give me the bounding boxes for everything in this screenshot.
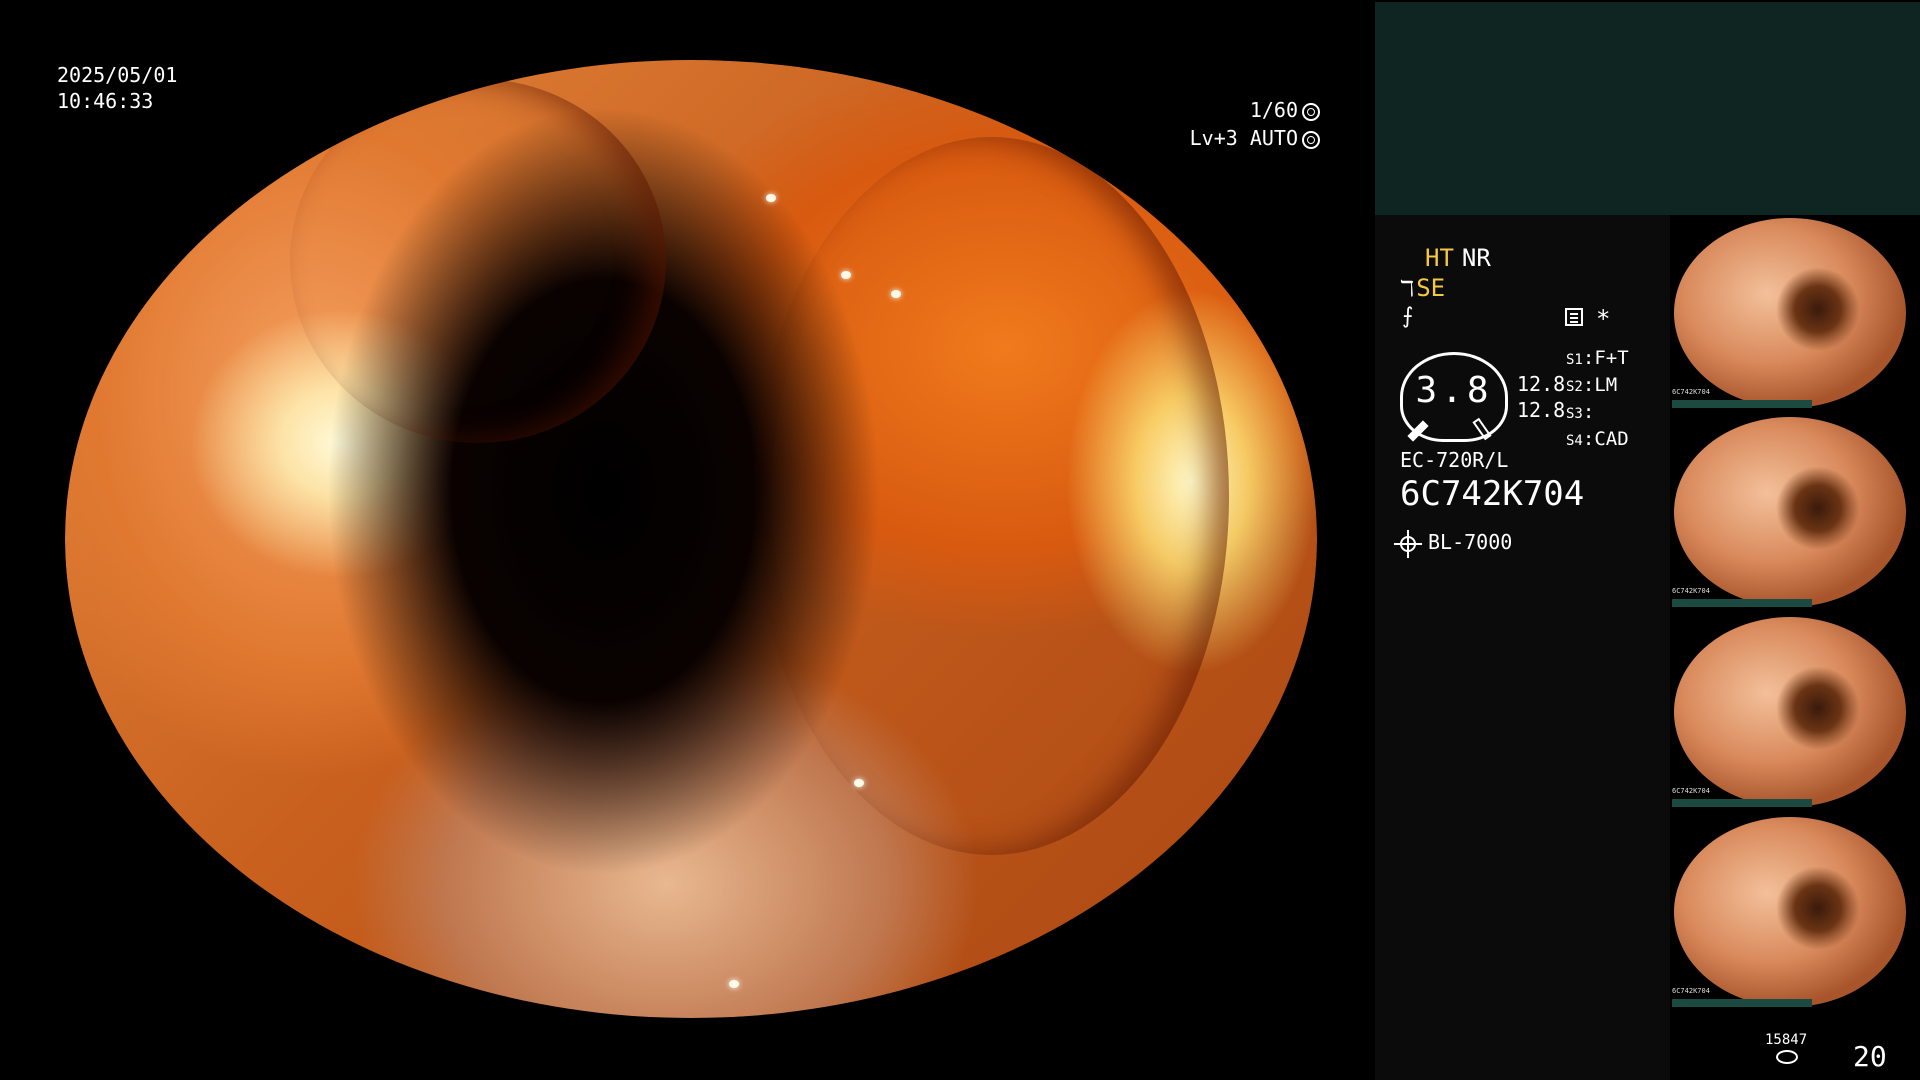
frame-count: 20 bbox=[1853, 1040, 1887, 1073]
shutter-text: 1/60 bbox=[1249, 98, 1298, 122]
ht-mode: HT bbox=[1425, 244, 1454, 272]
scope-serial: 6C742K704 bbox=[1400, 474, 1585, 514]
thumbnail-image bbox=[1674, 417, 1906, 607]
date-text: 2025/05/01 bbox=[57, 63, 178, 87]
scope-model: EC-720R/L bbox=[1400, 448, 1509, 472]
light-reflection bbox=[841, 270, 852, 279]
nr-mode: NR bbox=[1461, 244, 1491, 272]
level-text: Lv+3 AUTO bbox=[1189, 126, 1298, 150]
level-row: Lv+3 AUTO bbox=[1150, 126, 1320, 150]
thumbnail-bar bbox=[1672, 999, 1812, 1007]
star-marker: * bbox=[1596, 305, 1611, 333]
switch-s4: S4:CAD bbox=[1566, 428, 1629, 450]
image-count: 15847 bbox=[1765, 1032, 1808, 1048]
info-panel bbox=[1375, 215, 1670, 1080]
time-text: 10:46:33 bbox=[57, 89, 154, 113]
storage-icon bbox=[1776, 1050, 1798, 1064]
switch-list: S1:F+T S2:LM S3: S4:CAD bbox=[1566, 346, 1629, 454]
f-row: ⨍ bbox=[1402, 304, 1415, 329]
shutter-row: 1/60 bbox=[1195, 98, 1320, 122]
light-reflection bbox=[766, 194, 777, 203]
datetime: 2025/05/01 10:46:33 bbox=[57, 62, 177, 114]
memo-icon bbox=[1565, 308, 1583, 326]
thumbnail-label: 6C742K704 bbox=[1672, 987, 1710, 995]
enhancement-row: HT NR bbox=[1425, 244, 1491, 272]
light-source-row: BL-7000 bbox=[1394, 529, 1513, 558]
thumbnail-bar bbox=[1672, 400, 1812, 408]
aperture-icon bbox=[1302, 102, 1320, 121]
se-mode: SE bbox=[1416, 274, 1446, 302]
thumbnail-image bbox=[1674, 817, 1906, 1007]
mucosa-fold bbox=[290, 79, 666, 443]
thumbnail-label: 6C742K704 bbox=[1672, 787, 1710, 795]
value-1: 12.8 bbox=[1517, 372, 1566, 396]
thumbnail-label: 6C742K704 bbox=[1672, 587, 1710, 595]
thumbnail-2[interactable]: 6C742K704 bbox=[1670, 417, 1910, 607]
thumbnail-4[interactable]: 6C742K704 bbox=[1670, 817, 1910, 1007]
light-source-text: BL-7000 bbox=[1428, 530, 1513, 554]
value-2: 12.8 bbox=[1517, 398, 1566, 422]
thumbnail-1[interactable]: 6C742K704 bbox=[1670, 218, 1910, 408]
light-reflection bbox=[853, 778, 864, 787]
thumbnail-label: 6C742K704 bbox=[1672, 388, 1710, 396]
mucosa-fold bbox=[754, 137, 1230, 856]
thumbnail-bar bbox=[1672, 799, 1812, 807]
info-panel-top bbox=[1375, 2, 1920, 215]
light-source-icon bbox=[1394, 529, 1422, 558]
thumbnail-3[interactable]: 6C742K704 bbox=[1670, 617, 1910, 807]
target-icon bbox=[1302, 130, 1320, 149]
endoscope-view bbox=[65, 60, 1317, 1018]
switch-s2: S2:LM bbox=[1566, 374, 1618, 396]
gauge-value: 3.8 bbox=[1415, 370, 1493, 411]
se-row: ℸSE bbox=[1400, 274, 1445, 302]
thumbnail-image bbox=[1674, 218, 1906, 408]
light-reflection bbox=[728, 979, 739, 988]
thumbnail-image bbox=[1674, 617, 1906, 807]
switch-s1: S1:F+T bbox=[1566, 347, 1629, 369]
scope-tip-icon: ℸ bbox=[1400, 277, 1415, 302]
thumbnail-bar bbox=[1672, 599, 1812, 607]
switch-s3: S3: bbox=[1566, 401, 1595, 423]
f-curve-icon: ⨍ bbox=[1402, 304, 1414, 329]
